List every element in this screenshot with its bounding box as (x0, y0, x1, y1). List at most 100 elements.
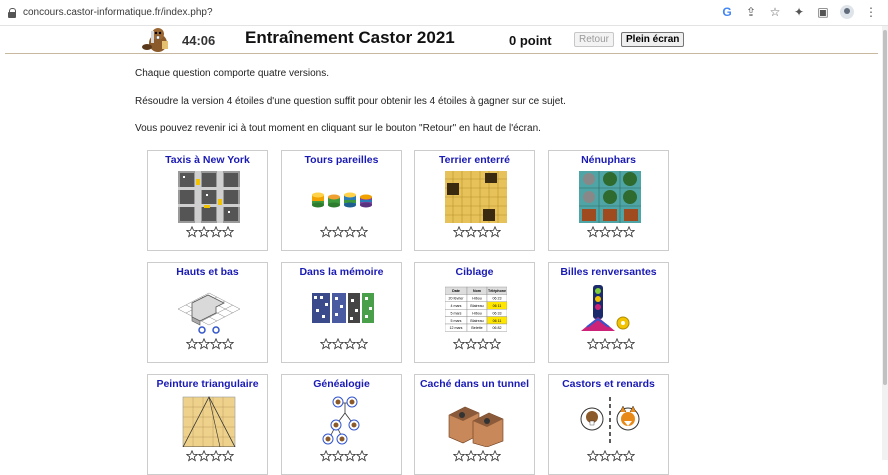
star-icon (185, 337, 199, 355)
star-icon[interactable]: ☆ (768, 5, 782, 19)
task-card[interactable]: Hauts et bas (147, 262, 268, 363)
star-rating (586, 337, 636, 355)
star-rating (185, 449, 235, 467)
star-rating (185, 225, 235, 243)
star-rating (319, 225, 369, 243)
task-title[interactable]: Taxis à New York (148, 154, 267, 166)
scrollbar-thumb[interactable] (883, 30, 887, 385)
star-icon (209, 337, 223, 355)
share-icon[interactable]: ⇪ (744, 5, 758, 19)
burrow-grid-icon[interactable] (445, 171, 507, 223)
extension-icon[interactable]: ✦ (792, 5, 806, 19)
app-header: 44:06 Entraînement Castor 2021 0 point R… (0, 26, 882, 54)
task-title[interactable]: Hauts et bas (148, 266, 267, 278)
lilypad-grid-icon[interactable] (579, 171, 641, 223)
task-title[interactable]: Nénuphars (549, 154, 668, 166)
task-card[interactable]: Billes renversantes (548, 262, 669, 363)
star-icon (185, 225, 199, 243)
star-icon (476, 337, 490, 355)
star-icon (586, 449, 600, 467)
isometric-shape-icon[interactable] (178, 283, 240, 335)
sidepanel-icon[interactable]: ▣ (816, 5, 830, 19)
star-icon (622, 337, 636, 355)
intro-line-1: Chaque question comporte quatre versions… (135, 68, 330, 79)
table-cell-text: 5 mars (451, 311, 462, 315)
star-icon (610, 225, 624, 243)
lock-icon[interactable] (8, 7, 17, 18)
star-icon (221, 337, 235, 355)
url-text[interactable]: concours.castor-informatique.fr/index.ph… (23, 7, 213, 18)
star-icon (452, 449, 466, 467)
city-grid-icon[interactable] (178, 171, 240, 223)
star-icon (488, 337, 502, 355)
memory-blocks-icon[interactable] (312, 283, 374, 335)
star-icon (598, 337, 612, 355)
task-title[interactable]: Billes renversantes (549, 266, 668, 278)
task-title[interactable]: Terrier enterré (415, 154, 534, 166)
star-icon (221, 225, 235, 243)
task-card[interactable]: Ciblage Date Nom Téléphone 20 février Hibou 0… (414, 262, 535, 363)
star-icon (197, 337, 211, 355)
beaver-fox-icon[interactable] (579, 395, 641, 447)
task-title[interactable]: Castors et renards (549, 378, 668, 390)
task-title[interactable]: Ciblage (415, 266, 534, 278)
star-icon (488, 225, 502, 243)
star-icon (622, 225, 636, 243)
star-icon (622, 449, 636, 467)
star-icon (319, 449, 333, 467)
family-tree-icon[interactable] (312, 395, 374, 447)
star-icon (586, 225, 600, 243)
address-bar[interactable]: concours.castor-informatique.fr/index.ph… (8, 7, 213, 18)
star-icon (355, 225, 369, 243)
table-cell-text: 06 11 (493, 304, 502, 308)
table-cell-text: 06 23 (493, 297, 502, 301)
table-cell-text: Blaireau (470, 304, 483, 308)
table-cell-text: Date (452, 289, 460, 293)
table-icon[interactable]: Date Nom Téléphone 20 février Hibou 06 23 4 ma… (445, 283, 507, 335)
profile-icon[interactable] (840, 5, 854, 19)
page-scrollbar[interactable] (882, 26, 888, 460)
task-title[interactable]: Caché dans un tunnel (415, 378, 534, 390)
table-cell-text: Blaireau (470, 319, 483, 323)
google-icon[interactable]: G (720, 5, 734, 19)
star-icon (464, 337, 478, 355)
table-cell-text: Téléphone (488, 289, 506, 293)
star-icon (488, 449, 502, 467)
task-title[interactable]: Généalogie (282, 378, 401, 390)
star-icon (476, 449, 490, 467)
fullscreen-button[interactable]: Plein écran (621, 32, 685, 47)
token-stacks-icon[interactable] (312, 171, 374, 223)
star-rating (586, 449, 636, 467)
star-rating (452, 337, 502, 355)
intro-line-3: Vous pouvez revenir ici à tout moment en… (135, 123, 541, 134)
star-icon (464, 225, 478, 243)
star-icon (610, 337, 624, 355)
task-card[interactable]: Nénuphars (548, 150, 669, 251)
star-icon (464, 449, 478, 467)
star-icon (586, 337, 600, 355)
table-cell-text: Belette (471, 326, 482, 330)
star-icon (343, 337, 357, 355)
browser-toolbar: concours.castor-informatique.fr/index.ph… (0, 0, 888, 26)
task-title[interactable]: Peinture triangulaire (148, 378, 267, 390)
marble-run-icon[interactable] (579, 283, 641, 335)
star-rating (185, 337, 235, 355)
star-icon (319, 225, 333, 243)
task-card[interactable]: Terrier enterré (414, 150, 535, 251)
star-rating (319, 337, 369, 355)
table-cell-text: 5 mars (451, 319, 462, 323)
tunnel-boxes-icon[interactable] (445, 395, 507, 447)
task-title[interactable]: Tours pareilles (282, 154, 401, 166)
task-card[interactable]: Dans la mémoire (281, 262, 402, 363)
menu-icon[interactable]: ⋮ (864, 5, 878, 19)
retour-button[interactable]: Retour (574, 32, 615, 47)
task-card[interactable]: Taxis à New York (147, 150, 268, 251)
star-icon (476, 225, 490, 243)
star-icon (452, 337, 466, 355)
star-icon (452, 225, 466, 243)
star-icon (343, 225, 357, 243)
star-rating (319, 449, 369, 467)
triangle-paint-icon[interactable] (178, 395, 240, 447)
task-title[interactable]: Dans la mémoire (282, 266, 401, 278)
task-card[interactable]: Tours pareilles (281, 150, 402, 251)
